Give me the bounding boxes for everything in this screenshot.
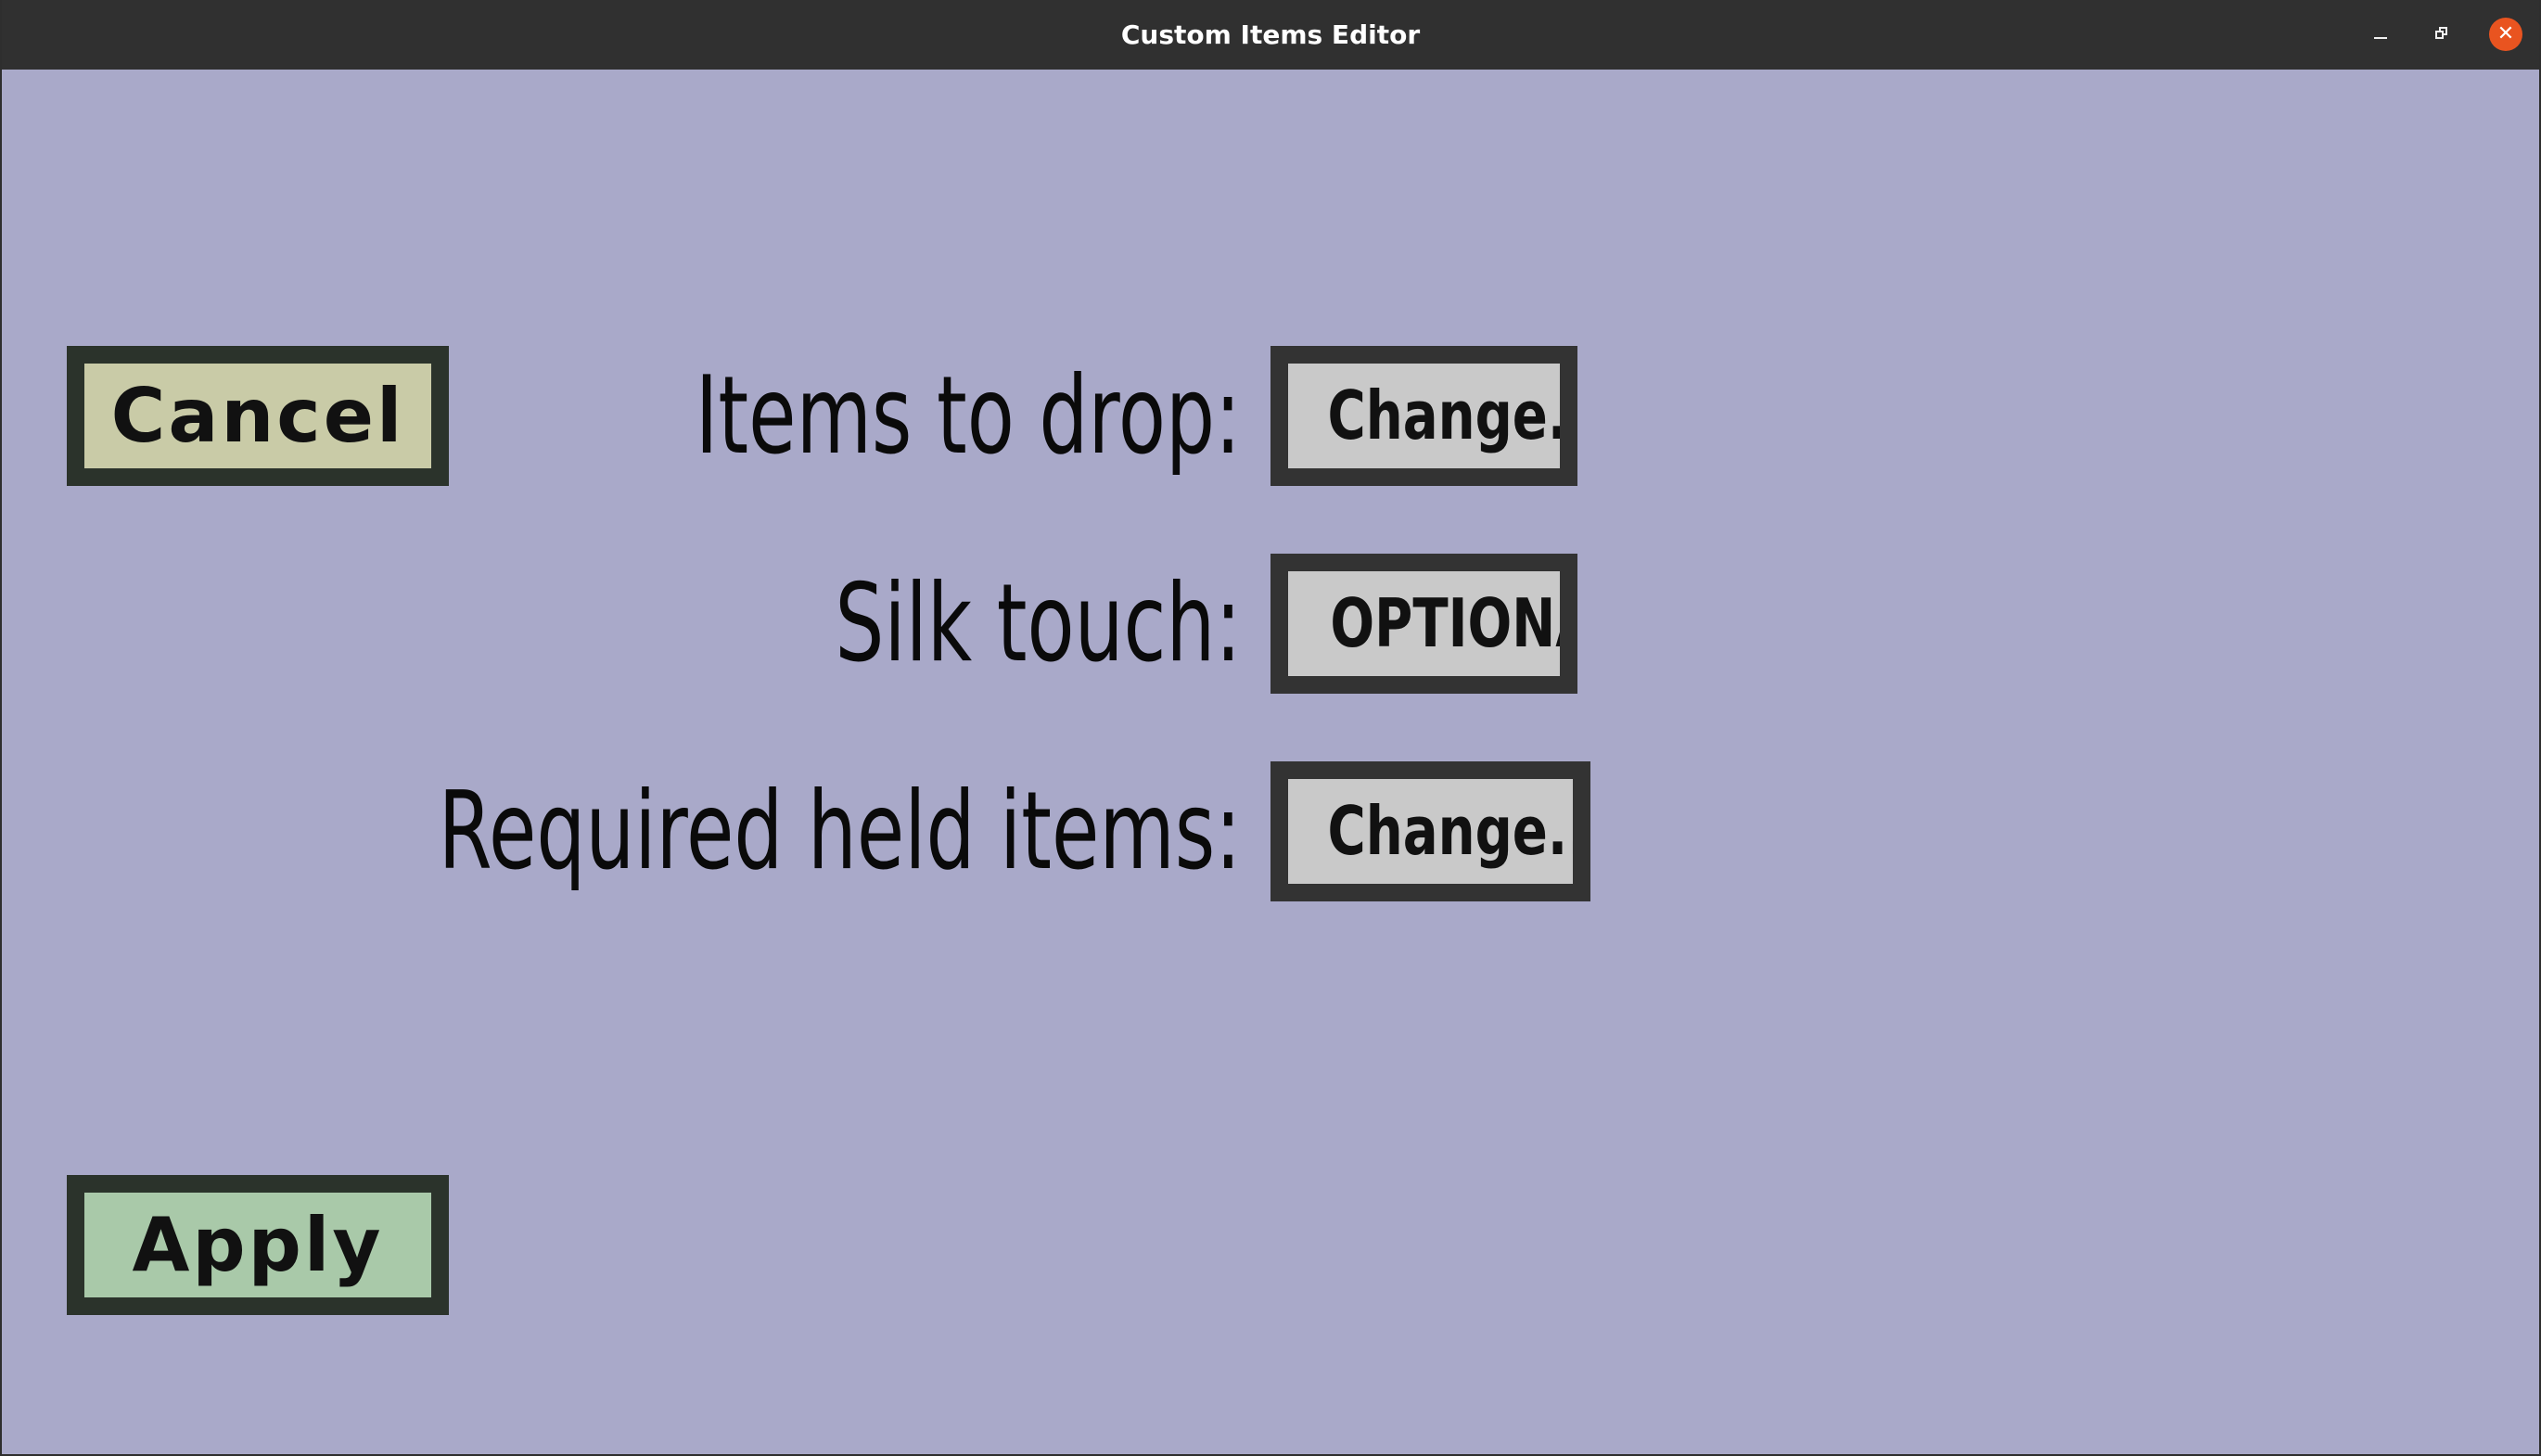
required-held-items-button-label: Change...: [1327, 792, 1590, 870]
apply-button[interactable]: Apply: [67, 1175, 449, 1315]
window-title: Custom Items Editor: [1120, 19, 1421, 50]
title-bar[interactable]: Custom Items Editor ✕: [2, 0, 2539, 70]
minimize-button[interactable]: [2363, 17, 2398, 52]
required-held-items-label: Required held items:: [438, 769, 1241, 894]
required-held-items-change-button[interactable]: Change...: [1270, 761, 1590, 901]
close-icon: ✕: [2496, 22, 2515, 45]
silk-touch-label: Silk touch:: [834, 561, 1241, 686]
items-to-drop-change-button[interactable]: Change...: [1270, 346, 1577, 486]
minimize-icon: [2374, 37, 2387, 39]
items-to-drop-label: Items to drop:: [695, 353, 1241, 479]
silk-touch-toggle-button[interactable]: OPTIONAL: [1270, 554, 1577, 694]
silk-touch-button-label: OPTIONAL: [1330, 584, 1560, 662]
items-to-drop-button-label: Change...: [1327, 377, 1568, 454]
custom-items-editor-window: Custom Items Editor ✕ Cancel Apply Items…: [0, 0, 2541, 1456]
close-button[interactable]: ✕: [2489, 18, 2522, 51]
maximize-button[interactable]: [2424, 17, 2459, 52]
cancel-button[interactable]: Cancel: [67, 346, 449, 486]
